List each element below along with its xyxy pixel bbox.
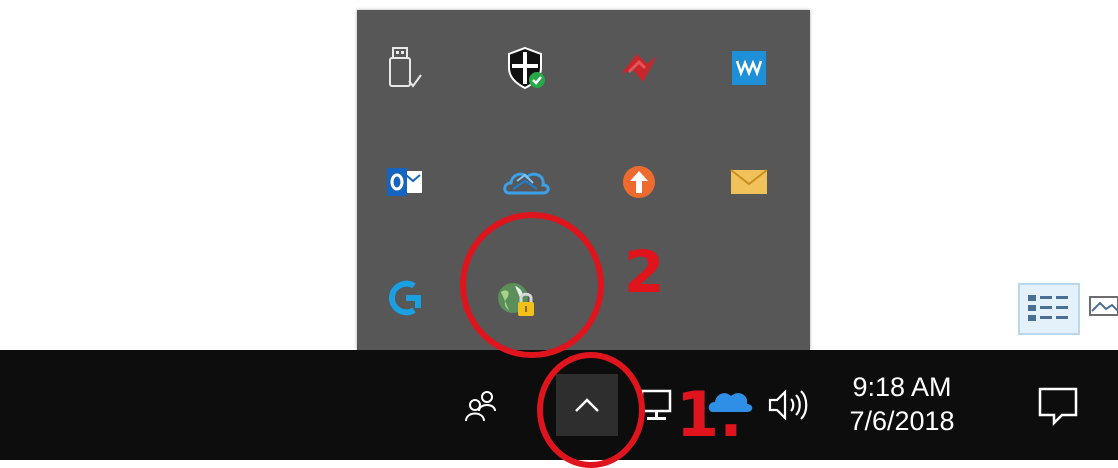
windows-defender-shield-icon[interactable] xyxy=(499,40,555,96)
network-monitor-icon[interactable] xyxy=(636,380,680,430)
file-view-details-icon[interactable] xyxy=(1018,283,1080,335)
image-thumbnail-icon[interactable] xyxy=(1086,283,1118,335)
taskbar: 9:18 AM 7/6/2018 xyxy=(0,350,1118,460)
onedrive-business-icon[interactable] xyxy=(499,154,555,210)
chevron-up-icon xyxy=(575,398,599,412)
notification-overflow-panel xyxy=(357,10,810,350)
outlook-icon[interactable] xyxy=(377,154,433,210)
clock-time: 9:18 AM xyxy=(852,372,952,403)
waves-audio-icon[interactable] xyxy=(721,40,777,96)
mail-envelope-icon[interactable] xyxy=(721,154,777,210)
logitech-g-icon[interactable] xyxy=(377,270,433,326)
usb-safely-remove-icon[interactable] xyxy=(377,40,433,96)
action-center-icon[interactable] xyxy=(1030,378,1086,434)
show-hidden-icons-button[interactable] xyxy=(556,374,618,436)
people-icon[interactable] xyxy=(456,380,506,430)
clock-date: 7/6/2018 xyxy=(849,406,955,436)
red-app-icon[interactable] xyxy=(611,40,667,96)
onedrive-cloud-icon[interactable] xyxy=(702,382,758,422)
globe-lock-vpn-icon[interactable] xyxy=(489,272,545,328)
orange-update-icon[interactable] xyxy=(611,154,667,210)
taskbar-clock[interactable]: 9:18 AM 7/6/2018 xyxy=(828,362,976,448)
speaker-volume-icon[interactable] xyxy=(762,382,816,428)
